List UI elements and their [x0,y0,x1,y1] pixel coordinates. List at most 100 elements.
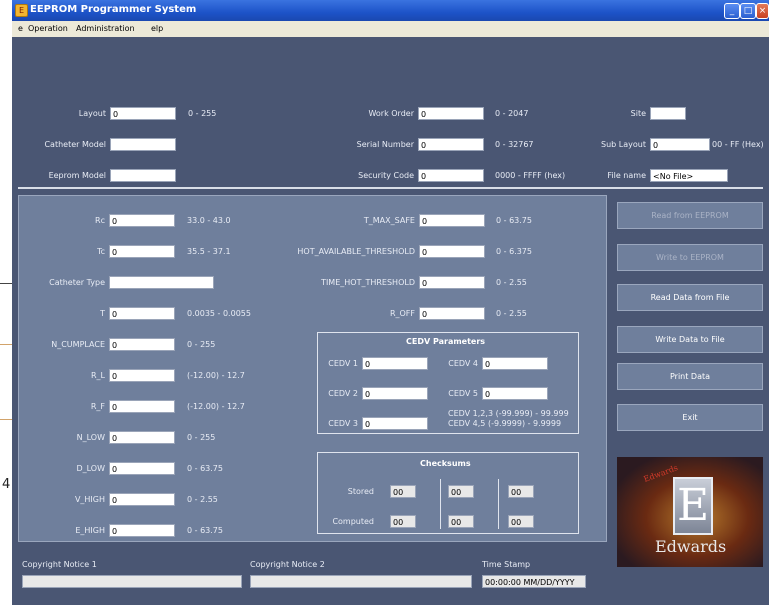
cedv5-label: CEDV 5 [448,389,478,398]
print-data-button[interactable]: Print Data [617,363,763,390]
t-field[interactable]: 0 [109,307,175,320]
edge-line [0,344,12,345]
site-field[interactable] [650,107,686,120]
cedv4-field[interactable]: 0 [482,357,548,370]
e-high-range: 0 - 63.75 [187,526,223,535]
write-to-eeprom-button[interactable]: Write to EEPROM [617,244,763,271]
eeprom-model-field[interactable] [110,169,176,182]
close-button[interactable]: × [756,3,769,19]
r-off-label: R_OFF [389,309,415,318]
app-window: E EEPROM Programmer System _ □ × e Opera… [12,0,769,605]
cedv1-field[interactable]: 0 [362,357,428,370]
n-low-range: 0 - 255 [187,433,216,442]
cedv3-field[interactable]: 0 [362,417,428,430]
tc-label: Tc [97,247,105,256]
checksums-title: Checksums [420,459,471,468]
read-from-eeprom-button[interactable]: Read from EEPROM [617,202,763,229]
r-f-label: R_F [90,402,105,411]
d-low-range: 0 - 63.75 [187,464,223,473]
cedv4-label: CEDV 4 [448,359,478,368]
copyright-notice-1-label: Copyright Notice 1 [22,560,97,569]
rc-field[interactable]: 0 [109,214,175,227]
n-low-field[interactable]: 0 [109,431,175,444]
computed-checksum-2: 00 [448,515,474,528]
cedv1-label: CEDV 1 [328,359,358,368]
eeprom-model-label: Eeprom Model [48,171,106,180]
edge-glyph: 4 [2,477,11,492]
serial-number-range: 0 - 32767 [495,140,534,149]
catheter-type-label: Catheter Type [49,278,105,287]
cedv2-field[interactable]: 0 [362,387,428,400]
maximize-button[interactable]: □ [740,3,756,19]
e-high-label: E_HIGH [75,526,105,535]
time-hot-threshold-range: 0 - 2.55 [496,278,527,287]
hot-available-threshold-field[interactable]: 0 [419,245,485,258]
security-code-range: 0000 - FFFF (hex) [495,171,566,180]
cedv2-label: CEDV 2 [328,389,358,398]
serial-number-label: Serial Number [356,140,414,149]
write-data-to-file-button[interactable]: Write Data to File [617,326,763,353]
t-max-safe-field[interactable]: 0 [419,214,485,227]
time-hot-threshold-field[interactable]: 0 [419,276,485,289]
computed-checksum-1: 00 [390,515,416,528]
r-l-field[interactable]: 0 [109,369,175,382]
read-data-from-file-button[interactable]: Read Data from File [617,284,763,311]
t-range: 0.0035 - 0.0055 [187,309,251,318]
cedv-note-2: CEDV 4,5 (-9.9999) - 9.9999 [448,419,562,428]
v-high-label: V_HIGH [74,495,105,504]
menu-operation[interactable]: Operation [28,24,68,33]
tc-field[interactable]: 0 [109,245,175,258]
file-name-field[interactable]: <No File> [650,169,728,182]
v-high-field[interactable]: 0 [109,493,175,506]
logo-letter: E [673,477,713,535]
menu-file[interactable]: e [18,24,23,33]
time-stamp-field: 00:00:00 MM/DD/YYYY [482,575,586,588]
work-order-range: 0 - 2047 [495,109,529,118]
serial-number-field[interactable]: 0 [418,138,484,151]
cedv-panel: CEDV Parameters CEDV 1 0 CEDV 4 0 CEDV 2… [317,332,579,434]
work-order-field[interactable]: 0 [418,107,484,120]
stored-checksum-3: 00 [508,485,534,498]
r-f-field[interactable]: 0 [109,400,175,413]
app-icon: E [15,4,28,17]
edge-line [0,283,12,284]
window-title: EEPROM Programmer System [30,4,197,15]
n-cumplace-range: 0 - 255 [187,340,216,349]
copyright-notice-1-field [22,575,242,588]
e-high-field[interactable]: 0 [109,524,175,537]
sub-layout-field[interactable]: 0 [650,138,710,151]
r-off-range: 0 - 2.55 [496,309,527,318]
stored-label: Stored [347,487,374,496]
t-label: T [100,309,105,318]
copyright-notice-2-field [250,575,472,588]
cedv-title: CEDV Parameters [406,337,486,346]
n-cumplace-field[interactable]: 0 [109,338,175,351]
layout-field[interactable]: 0 [110,107,176,120]
d-low-label: D_LOW [76,464,105,473]
catheter-model-field[interactable] [110,138,176,151]
work-order-label: Work Order [368,109,414,118]
checksums-panel: Checksums Stored 00 00 00 Computed 00 00… [317,452,579,534]
section-divider [18,187,763,189]
menu-help[interactable]: elp [151,24,163,33]
catheter-type-field[interactable] [109,276,214,289]
edwards-logo: Edwards E Edwards [617,457,763,567]
r-off-field[interactable]: 0 [419,307,485,320]
t-max-safe-range: 0 - 63.75 [496,216,532,225]
copyright-notice-2-label: Copyright Notice 2 [250,560,325,569]
n-cumplace-label: N_CUMPLACE [51,340,105,349]
security-code-field[interactable]: 0 [418,169,484,182]
minimize-button[interactable]: _ [724,3,740,19]
t-max-safe-label: T_MAX_SAFE [363,216,415,225]
cedv3-label: CEDV 3 [328,419,358,428]
edge-line [0,419,12,420]
checksum-separator [498,479,499,529]
sub-layout-range: 00 - FF (Hex) [712,140,764,149]
security-code-label: Security Code [358,171,414,180]
cedv5-field[interactable]: 0 [482,387,548,400]
menu-administration[interactable]: Administration [76,24,135,33]
exit-button[interactable]: Exit [617,404,763,431]
d-low-field[interactable]: 0 [109,462,175,475]
tc-range: 35.5 - 37.1 [187,247,231,256]
stored-checksum-2: 00 [448,485,474,498]
